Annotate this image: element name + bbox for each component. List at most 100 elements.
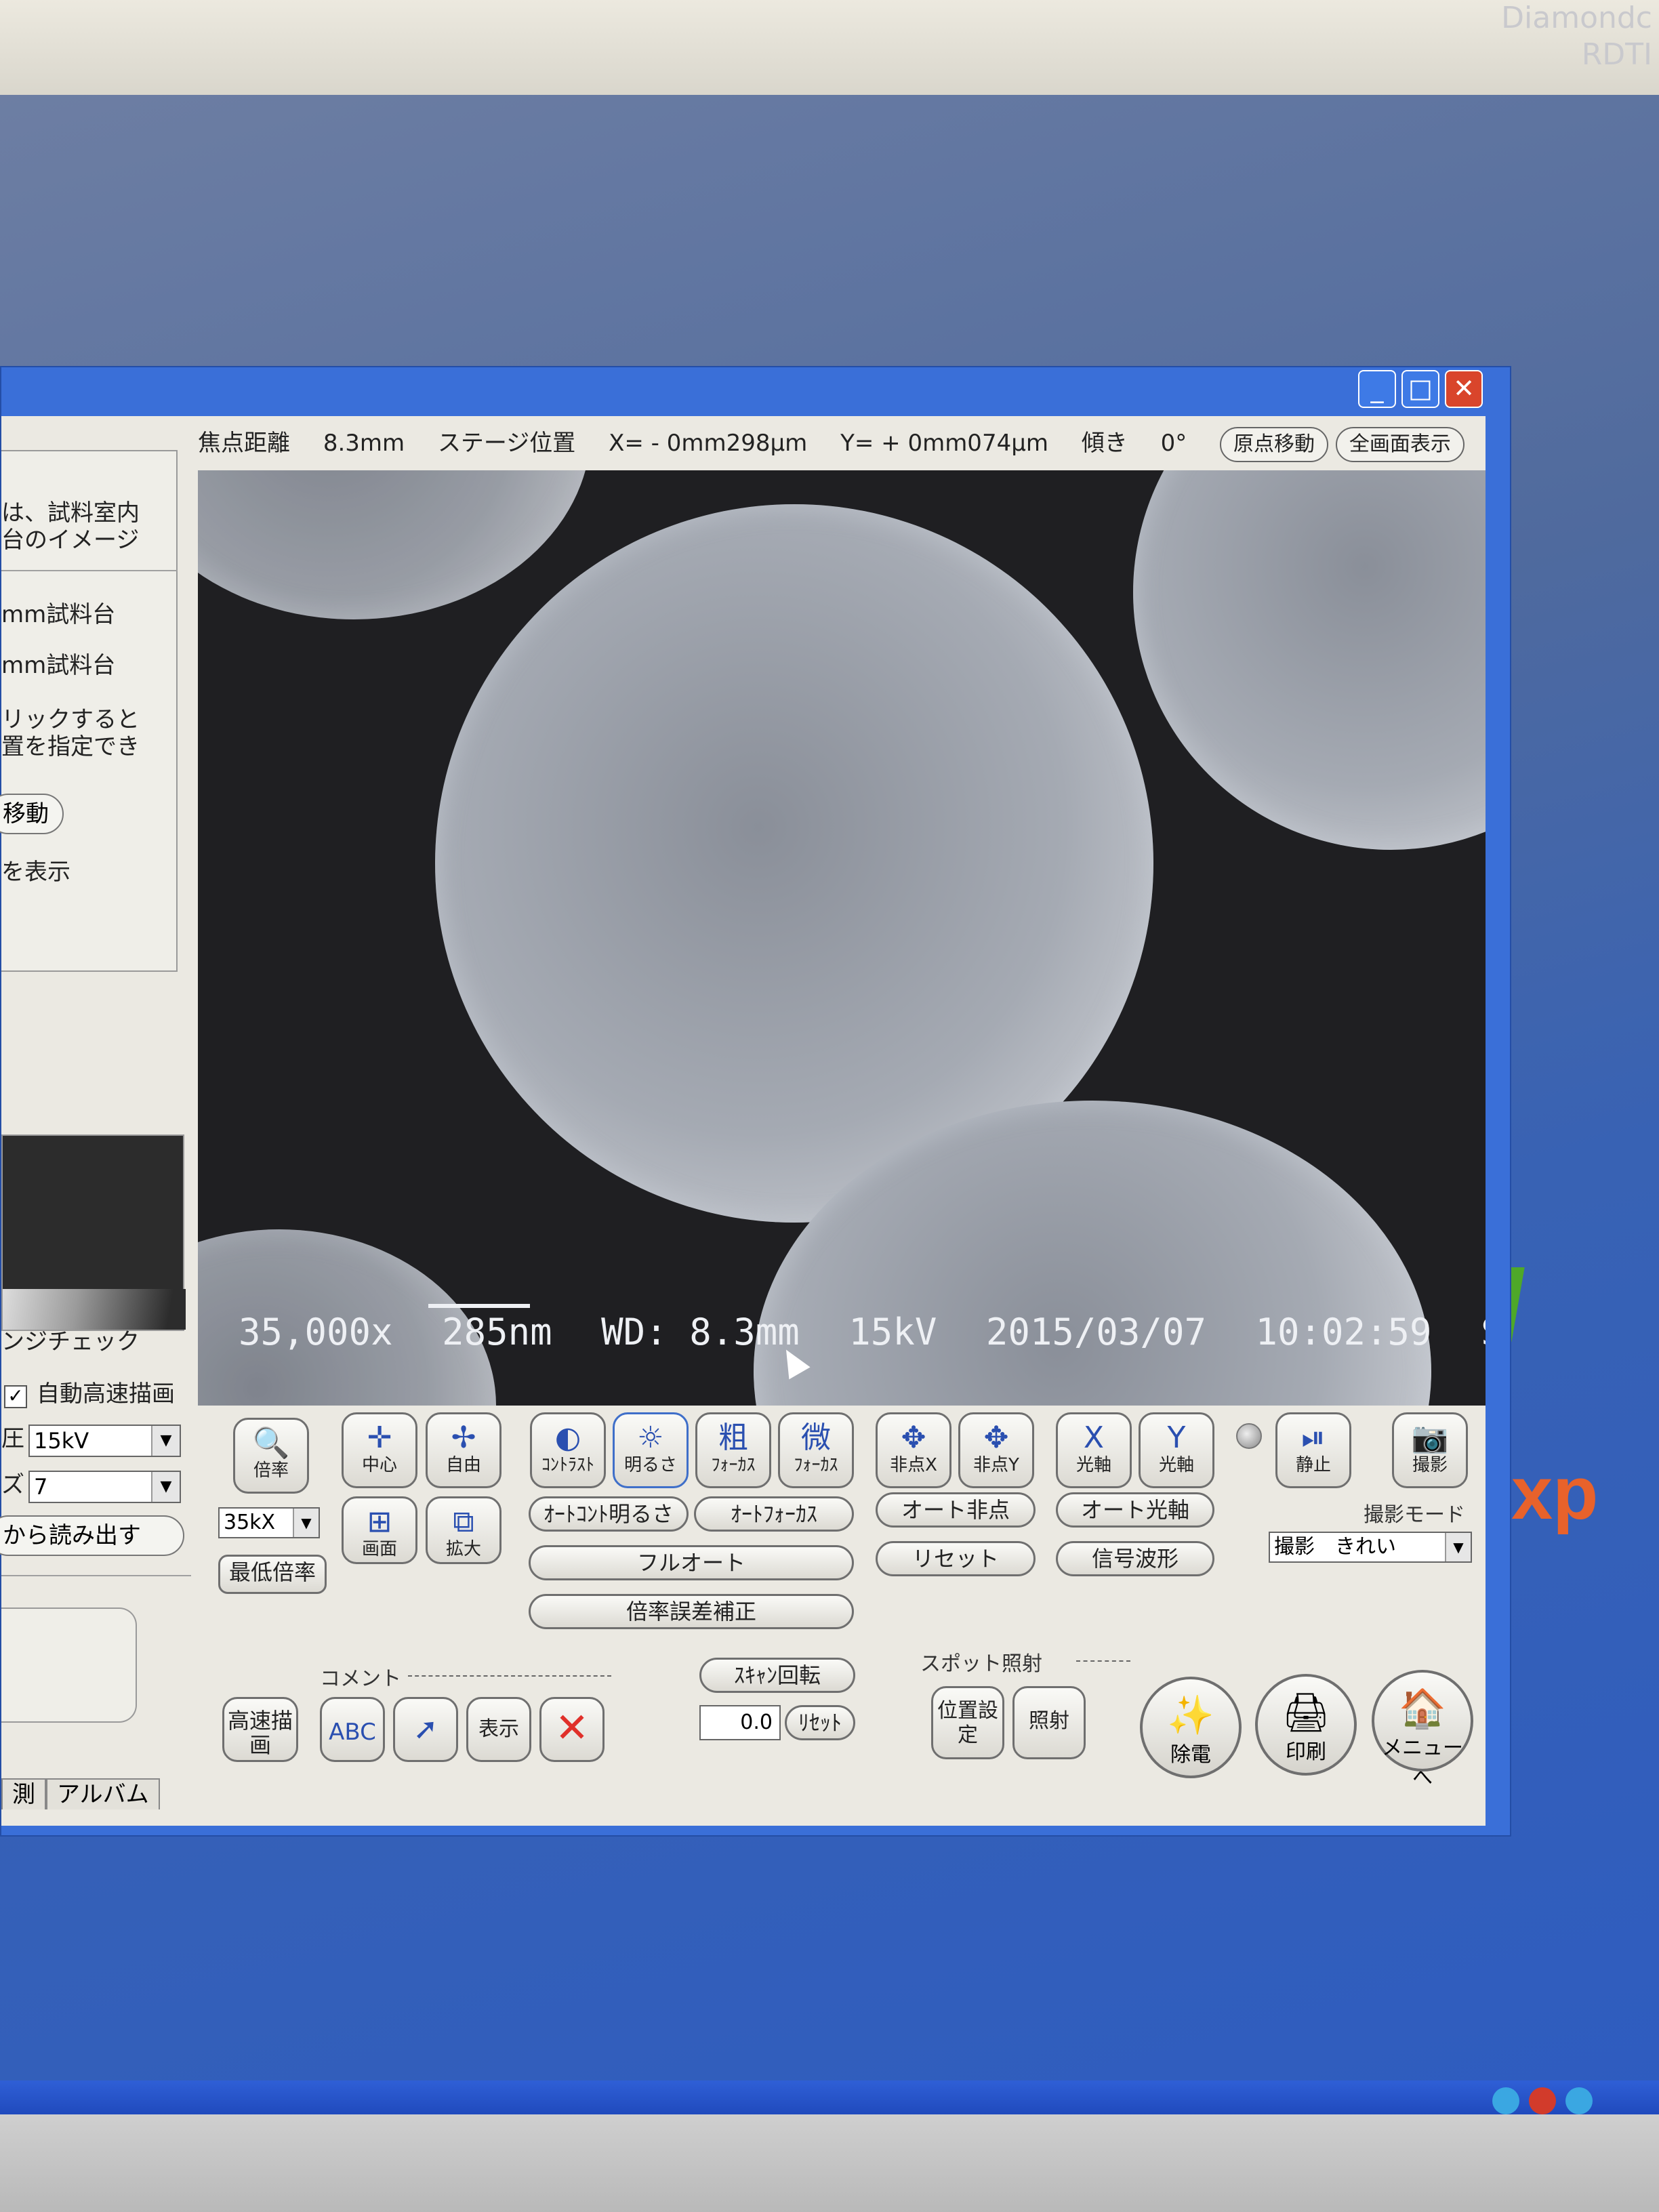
- printer-icon: 🖨: [1282, 1691, 1330, 1735]
- voltage-select[interactable]: 15kV ▼: [28, 1425, 181, 1457]
- enlarge-label: 拡大: [445, 1539, 481, 1559]
- reset-button[interactable]: リセット: [876, 1541, 1036, 1576]
- minimize-button[interactable]: _: [1358, 370, 1396, 408]
- signal-waveform-button[interactable]: 信号波形: [1056, 1541, 1214, 1576]
- stage-holder-option[interactable]: mm試料台: [1, 600, 115, 629]
- comment-divider: [408, 1675, 611, 1677]
- min-magnification-button[interactable]: 最低倍率: [218, 1555, 327, 1594]
- pause-button[interactable]: ⏯ 静止: [1275, 1412, 1351, 1488]
- tray-alert-icon[interactable]: [1529, 2087, 1556, 2114]
- center-button[interactable]: ✛ 中心: [342, 1412, 417, 1488]
- stage-holder-option[interactable]: mm試料台: [1, 651, 115, 680]
- full-auto-button[interactable]: フルオート: [529, 1545, 854, 1580]
- capture-mode-select[interactable]: 撮影 きれい ▼: [1269, 1532, 1472, 1563]
- auto-astigmatism-button[interactable]: オート非点: [876, 1492, 1036, 1528]
- capture-mode-value: 撮影 きれい: [1274, 1535, 1396, 1559]
- enlarge-button[interactable]: ⧉ 拡大: [426, 1496, 501, 1564]
- irradiate-label: 照射: [1029, 1709, 1069, 1733]
- scan-rotate-button[interactable]: ｽｷｬﾝ回転: [699, 1658, 855, 1693]
- sem-signal: S: [1481, 1311, 1486, 1353]
- status-tabs: 測 アルバム: [1, 1778, 160, 1811]
- sem-date: 2015/03/07: [985, 1311, 1206, 1353]
- stage-info-box: は、試料室内 台のイメージ mm試料台 mm試料台 リックすると 置を指定でき …: [0, 450, 178, 972]
- axis-x-button[interactable]: X 光軸: [1056, 1412, 1132, 1488]
- stage-info-text: 台のイメージ: [1, 527, 140, 554]
- position-set-button[interactable]: 位置設定: [931, 1686, 1004, 1759]
- astigmatism-y-button[interactable]: ✥ 非点Y: [958, 1412, 1034, 1488]
- crosshair-icon: ✛: [367, 1420, 392, 1455]
- auto-focus-button[interactable]: ｵｰﾄﾌｫｰｶｽ: [694, 1496, 854, 1532]
- chevron-down-icon[interactable]: ▼: [1445, 1533, 1471, 1561]
- status-led: [1236, 1423, 1262, 1449]
- contrast-button[interactable]: ◐ ｺﾝﾄﾗｽﾄ: [530, 1412, 606, 1488]
- close-button[interactable]: ✕: [1445, 370, 1483, 408]
- magnification-select[interactable]: 35kX ▼: [218, 1507, 320, 1538]
- voltage-label: 圧: [1, 1425, 24, 1452]
- display-comment-button[interactable]: 表示: [466, 1697, 531, 1762]
- coarse-focus-icon: 粗: [718, 1420, 748, 1455]
- sem-time: 10:02:59: [1255, 1311, 1432, 1353]
- coarse-focus-label: ﾌｫｰｶｽ: [711, 1455, 756, 1475]
- stage-x-value: X= - 0mm298μm: [609, 430, 808, 457]
- fine-focus-button[interactable]: 微 ﾌｫｰｶｽ: [778, 1412, 854, 1488]
- screen-label: 画面: [361, 1539, 397, 1559]
- brightness-button[interactable]: ☼ 明るさ: [613, 1412, 689, 1488]
- focus-distance-label: 焦点距離: [198, 430, 290, 457]
- text-comment-button[interactable]: ABC: [320, 1697, 385, 1762]
- delete-comment-button[interactable]: ✕: [539, 1697, 605, 1762]
- red-x-icon: ✕: [554, 1704, 590, 1752]
- origin-move-button[interactable]: 原点移動: [1220, 426, 1329, 462]
- free-button[interactable]: ✢ 自由: [426, 1412, 501, 1488]
- chevron-down-icon[interactable]: ▼: [151, 1472, 180, 1502]
- screen-button[interactable]: ⊞ 画面: [342, 1496, 417, 1564]
- magnification-button[interactable]: 🔍 倍率: [233, 1418, 309, 1494]
- move-button[interactable]: 移動: [0, 794, 64, 834]
- maximize-button[interactable]: □: [1401, 370, 1439, 408]
- free-label: 自由: [445, 1455, 481, 1475]
- corner-label-line-2: RDTI: [1581, 37, 1652, 72]
- menu-button[interactable]: 🏠 メニューへ: [1372, 1670, 1473, 1790]
- fast-draw-button[interactable]: 高速描画: [222, 1697, 298, 1762]
- capture-button[interactable]: 📷 撮影: [1392, 1412, 1468, 1488]
- discharge-icon: ✨: [1167, 1694, 1214, 1738]
- stage-position-label: ステージ位置: [437, 430, 576, 457]
- sem-voltage: 15kV: [848, 1311, 937, 1353]
- coarse-focus-button[interactable]: 粗 ﾌｫｰｶｽ: [695, 1412, 771, 1488]
- spot-size-select[interactable]: 7 ▼: [28, 1471, 181, 1503]
- corner-label-line-1: Diamondc: [1501, 1, 1652, 35]
- contrast-icon: ◐: [554, 1420, 581, 1455]
- sem-image-viewport[interactable]: 35,000x 285nm WD: 8.3mm 15kV 2015/03/07 …: [198, 470, 1486, 1406]
- scan-reset-button[interactable]: ﾘｾｯﾄ: [785, 1705, 855, 1740]
- tab-album[interactable]: アルバム: [46, 1778, 160, 1809]
- scan-rotation-input[interactable]: 0.0: [699, 1705, 781, 1740]
- tray-network-icon[interactable]: [1492, 2087, 1519, 2114]
- irradiate-button[interactable]: 照射: [1012, 1686, 1086, 1759]
- pause-label: 静止: [1295, 1455, 1331, 1475]
- auto-fast-draw-checkbox[interactable]: ✓: [4, 1385, 27, 1408]
- enlarge-icon: ⧉: [453, 1504, 474, 1539]
- display-label: 表示: [478, 1717, 519, 1741]
- sem-app-window: _ □ ✕ は、試料室内 台のイメージ mm試料台 mm試料台 リックすると 置…: [0, 366, 1511, 1837]
- full-screen-button[interactable]: 全画面表示: [1335, 426, 1465, 462]
- magnification-label: 倍率: [253, 1460, 289, 1481]
- tray-volume-icon[interactable]: [1565, 2087, 1593, 2114]
- arrow-comment-button[interactable]: ➚: [393, 1697, 458, 1762]
- discharge-button[interactable]: ✨ 除電: [1140, 1677, 1242, 1778]
- spot-size-label: ズ: [1, 1471, 24, 1498]
- astigmatism-x-button[interactable]: ✥ 非点X: [876, 1412, 951, 1488]
- stage-hint-text: リックすると: [1, 706, 140, 733]
- auto-axis-button[interactable]: オート光軸: [1056, 1492, 1214, 1528]
- particle: [198, 470, 591, 619]
- sem-data-label: 35,000x 285nm WD: 8.3mm 15kV 2015/03/07 …: [239, 1311, 1486, 1353]
- play-pause-icon: ⏯: [1301, 1420, 1326, 1455]
- chevron-down-icon[interactable]: ▼: [151, 1426, 180, 1456]
- load-button[interactable]: から読み出す: [0, 1515, 184, 1556]
- axis-y-button[interactable]: Y 光軸: [1139, 1412, 1214, 1488]
- auto-contrast-brightness-button[interactable]: ｵｰﾄｺﾝﾄ明るさ: [529, 1496, 689, 1532]
- tab-measure[interactable]: 測: [1, 1778, 46, 1809]
- magnifier-icon: 🔍: [252, 1426, 290, 1460]
- magnification-error-correction-button[interactable]: 倍率誤差補正: [529, 1594, 854, 1629]
- spot-divider: [1076, 1660, 1130, 1662]
- print-button[interactable]: 🖨 印刷: [1255, 1674, 1357, 1776]
- chevron-down-icon[interactable]: ▼: [293, 1509, 319, 1537]
